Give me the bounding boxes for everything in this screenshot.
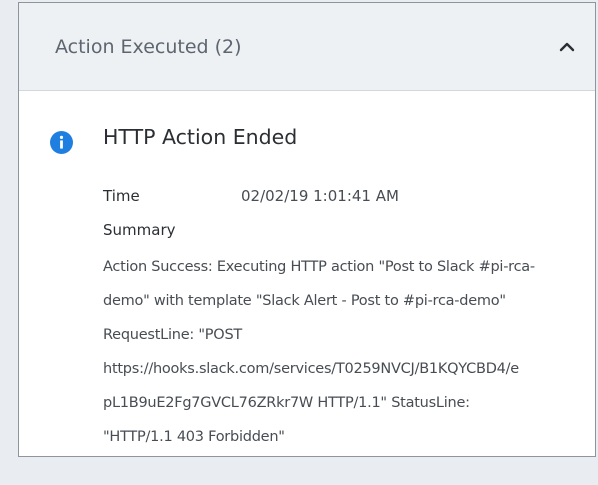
summary-line: Action Success: Executing HTTP action "P… [103, 259, 535, 275]
summary-label: Summary [103, 221, 176, 239]
info-icon [50, 131, 73, 154]
summary-text: Action Success: Executing HTTP action "P… [103, 250, 583, 454]
summary-line: pL1B9uE2Fg7GVCL76ZRkr7W HTTP/1.1" Status… [103, 395, 470, 411]
summary-line: RequestLine: "POST [103, 327, 242, 343]
panel-title: Action Executed (2) [55, 36, 242, 58]
time-label: Time [103, 187, 140, 205]
panel-header[interactable]: Action Executed (2) [19, 3, 595, 91]
chevron-up-icon [559, 42, 575, 52]
summary-line: demo" with template "Slack Alert - Post … [103, 293, 506, 309]
event-title: HTTP Action Ended [103, 125, 298, 149]
action-executed-panel: Action Executed (2) HTTP Action Ended Ti… [18, 2, 596, 457]
collapse-button[interactable] [553, 33, 581, 61]
time-value: 02/02/19 1:01:41 AM [241, 187, 399, 205]
summary-line: "HTTP/1.1 403 Forbidden" [103, 429, 285, 445]
summary-line: https://hooks.slack.com/services/T0259NV… [103, 361, 519, 377]
